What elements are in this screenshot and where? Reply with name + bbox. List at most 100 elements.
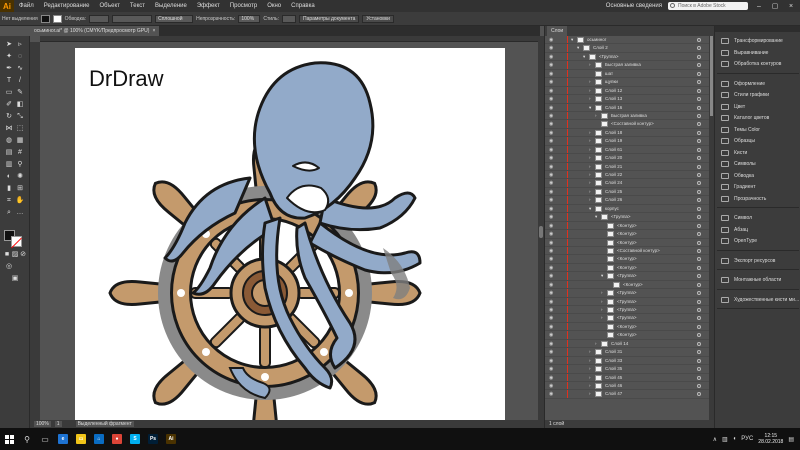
layer-row[interactable]: ◉ › Слой 31 (545, 348, 715, 357)
close-window-button[interactable]: × (786, 3, 796, 10)
layer-row[interactable]: ◉ › Слой 45 (545, 373, 715, 382)
type-tool-icon[interactable]: T (4, 76, 14, 85)
visibility-eye-icon[interactable]: ◉ (549, 71, 553, 77)
paintbrush-icon[interactable]: ✎ (15, 88, 25, 97)
layer-row[interactable]: ◉ шат (545, 69, 715, 79)
target-circle-icon[interactable] (697, 392, 701, 397)
layer-row[interactable]: ◉ › Слой 24 (545, 179, 715, 188)
target-circle-icon[interactable] (697, 105, 701, 110)
layer-row[interactable]: ◉ <Составной контур> (545, 246, 715, 256)
target-circle-icon[interactable] (697, 299, 701, 304)
target-circle-icon[interactable] (697, 375, 701, 380)
visibility-eye-icon[interactable]: ◉ (549, 223, 553, 229)
artboard-number-field[interactable]: 1 (54, 421, 62, 427)
workspace-switcher[interactable]: Основные сведения (606, 3, 662, 9)
scrollbar-thumb[interactable] (539, 226, 543, 238)
visibility-eye-icon[interactable]: ◉ (549, 180, 553, 186)
expand-arrow-icon[interactable]: › (589, 154, 591, 162)
layer-row[interactable]: ◉ <Контур> (545, 280, 715, 290)
menu-item[interactable]: Просмотр (225, 3, 262, 9)
expand-arrow-icon[interactable]: ▾ (571, 36, 573, 44)
layer-row[interactable]: ◉ › <Группа> (545, 289, 715, 298)
layer-row[interactable]: ◉ <Составной контур> (545, 120, 715, 129)
layer-row[interactable]: ◉ › Быстрая заливка (545, 111, 715, 121)
visibility-eye-icon[interactable]: ◉ (549, 147, 553, 153)
expand-arrow-icon[interactable]: › (601, 289, 603, 297)
target-circle-icon[interactable] (697, 198, 701, 203)
artboard[interactable]: DrDraw (75, 48, 505, 428)
expand-arrow-icon[interactable]: › (589, 137, 591, 145)
expand-arrow-icon[interactable]: › (589, 382, 591, 390)
menu-item[interactable]: Окно (262, 3, 286, 9)
draw-mode-icon[interactable]: ◎ (4, 262, 14, 271)
scale-tool-icon[interactable]: ⤡ (15, 112, 25, 121)
network-icon[interactable]: ▥ (722, 436, 728, 443)
layer-row[interactable]: ◉ › Слой 26 (545, 196, 715, 205)
target-circle-icon[interactable] (697, 156, 701, 161)
shape-builder-icon[interactable]: ◍ (4, 136, 14, 145)
opacity-field[interactable]: 100% (238, 14, 261, 23)
target-circle-icon[interactable] (697, 147, 701, 152)
target-circle-icon[interactable] (697, 341, 701, 346)
dock-panel-button[interactable]: Цвет (715, 102, 800, 112)
expand-arrow-icon[interactable]: › (589, 196, 591, 204)
variable-width-dropdown[interactable] (112, 14, 153, 23)
menu-item[interactable]: Справка (286, 3, 320, 9)
stroke-swatch[interactable] (52, 14, 62, 23)
document-setup-button[interactable]: Параметры документа (298, 14, 360, 23)
target-circle-icon[interactable] (697, 248, 701, 253)
target-circle-icon[interactable] (697, 257, 701, 262)
visibility-eye-icon[interactable]: ◉ (549, 155, 553, 161)
layer-row[interactable]: ◉ › Слой 35 (545, 365, 715, 374)
layer-row[interactable]: ◉ <Контур> (545, 322, 715, 332)
fill-swatch[interactable] (40, 14, 50, 23)
target-circle-icon[interactable] (697, 173, 701, 177)
visibility-eye-icon[interactable]: ◉ (549, 375, 553, 381)
visibility-eye-icon[interactable]: ◉ (549, 315, 553, 321)
target-circle-icon[interactable] (697, 282, 701, 287)
free-transform-icon[interactable]: ⬚ (15, 124, 25, 133)
layer-row[interactable]: ◉ › Слой 19 (545, 137, 715, 146)
visibility-eye-icon[interactable]: ◉ (549, 138, 553, 144)
dock-panel-button[interactable]: Выравнивание (715, 48, 800, 58)
dock-panel-button[interactable]: Символы (715, 159, 800, 169)
target-circle-icon[interactable] (697, 189, 701, 194)
visibility-eye-icon[interactable]: ◉ (549, 282, 553, 288)
direct-selection-tool-icon[interactable]: ▹ (15, 40, 25, 49)
zoom-tool-icon[interactable]: ⌕ (4, 208, 14, 217)
layer-row[interactable]: ◉ › Слой 14 (545, 339, 715, 349)
visibility-eye-icon[interactable]: ◉ (549, 358, 553, 364)
expand-arrow-icon[interactable]: › (589, 390, 591, 398)
photoshop-taskbar-button[interactable]: Ps (144, 428, 162, 450)
target-circle-icon[interactable] (697, 139, 701, 144)
tray-expand-icon[interactable]: ∧ (713, 436, 717, 443)
dock-panel-button[interactable]: Градиент (715, 182, 800, 192)
store-taskbar-button[interactable]: ⌂ (90, 428, 108, 450)
menu-item[interactable]: Эффект (192, 3, 225, 9)
expand-arrow-icon[interactable]: › (589, 188, 591, 196)
target-circle-icon[interactable] (697, 308, 701, 312)
curvature-tool-icon[interactable]: ∿ (15, 64, 25, 73)
visibility-eye-icon[interactable]: ◉ (549, 383, 553, 389)
canvas-area[interactable]: DrDraw (40, 42, 538, 428)
target-circle-icon[interactable] (697, 215, 701, 220)
target-circle-icon[interactable] (697, 130, 701, 135)
visibility-eye-icon[interactable]: ◉ (549, 206, 553, 212)
visibility-eye-icon[interactable]: ◉ (549, 231, 553, 237)
layer-row[interactable]: ◉ › Быстрая заливка (545, 61, 715, 70)
mesh-tool-icon[interactable]: # (15, 148, 25, 157)
expand-arrow-icon[interactable]: › (589, 146, 591, 154)
target-circle-icon[interactable] (697, 324, 701, 329)
visibility-eye-icon[interactable]: ◉ (549, 62, 553, 68)
layers-tab[interactable]: Слои (547, 26, 568, 36)
dock-panel-button[interactable]: Кисти (715, 148, 800, 158)
expand-arrow-icon[interactable]: › (589, 129, 591, 137)
visibility-eye-icon[interactable]: ◉ (549, 349, 553, 355)
target-circle-icon[interactable] (697, 240, 701, 245)
illustrator-logo[interactable]: Ai (0, 0, 14, 12)
expand-arrow-icon[interactable]: › (589, 171, 591, 179)
expand-arrow-icon[interactable]: ▾ (577, 44, 579, 52)
style-dropdown[interactable] (281, 14, 296, 23)
visibility-eye-icon[interactable]: ◉ (549, 105, 553, 111)
layer-row[interactable]: ◉ › Слой 33 (545, 356, 715, 366)
